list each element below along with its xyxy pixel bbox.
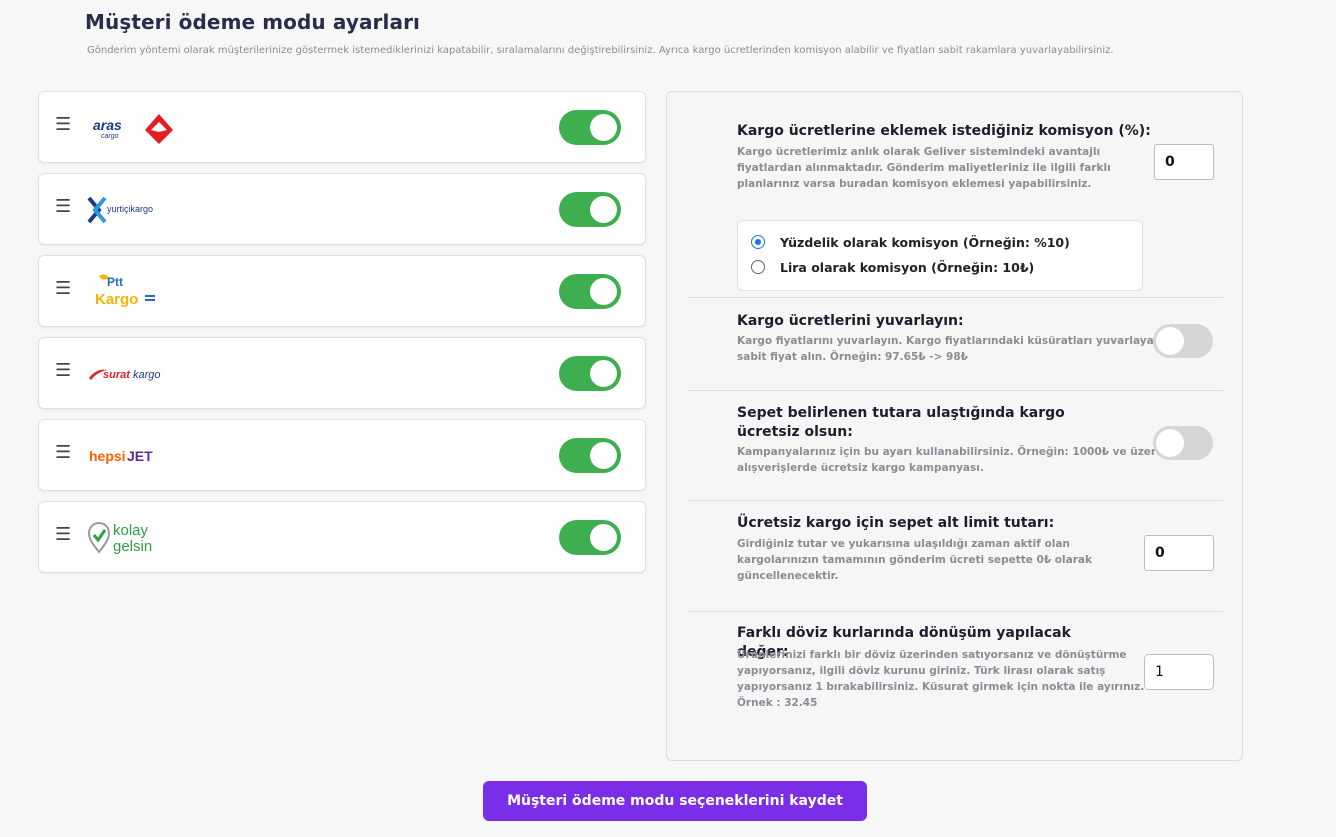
commission-type-group: Yüzdelik olarak komisyon (Örneğin: %10) … [737, 220, 1143, 291]
toggle-knob [590, 278, 617, 305]
toggle-knob [590, 360, 617, 387]
currency-desc: Ürünlerinizi farklı bir döviz üzerinden … [737, 649, 1145, 709]
rounding-desc: Kargo fiyatlarını yuvarlayın. Kargo fiya… [737, 335, 1173, 363]
carrier-toggle-kolaygelsin[interactable] [559, 520, 621, 555]
svg-text:aras: aras [93, 117, 122, 133]
radio-lira-option[interactable]: Lira olarak komisyon (Örneğin: 10₺) [751, 259, 1034, 275]
save-button[interactable]: Müşteri ödeme modu seçeneklerini kaydet [483, 781, 867, 821]
carrier-toggle-ptt[interactable] [559, 274, 621, 309]
radio-percent-option[interactable]: Yüzdelik olarak komisyon (Örneğin: %10) [751, 234, 1070, 250]
toggle-knob [1156, 327, 1184, 355]
toggle-knob [590, 524, 617, 551]
carrier-toggle-hepsijet[interactable] [559, 438, 621, 473]
divider [687, 390, 1223, 391]
svg-text:JET: JET [127, 448, 153, 464]
radio-lira[interactable] [751, 260, 765, 274]
rounding-setting: Kargo ücretlerini yuvarlayın: Kargo fiya… [687, 312, 1223, 387]
ptt-kargo-logo: Ptt Kargo [95, 274, 155, 308]
svg-text:hepsi: hepsi [89, 448, 126, 464]
hepsijet-logo: hepsi JET [89, 448, 153, 464]
svg-text:Ptt: Ptt [107, 275, 123, 289]
carrier-card-yurtici[interactable]: ☰ yurtiçikargo [38, 173, 646, 245]
page-title: Müşteri ödeme modu ayarları [85, 10, 420, 34]
svg-text:kolay: kolay [113, 522, 149, 539]
radio-lira-label: Lira olarak komisyon (Örneğin: 10₺) [780, 259, 1035, 275]
drag-handle-icon[interactable]: ☰ [55, 526, 71, 544]
commission-desc: Kargo ücretlerimiz anlık olarak Geliver … [737, 146, 1111, 190]
radio-percent[interactable] [751, 235, 765, 249]
drag-handle-icon[interactable]: ☰ [55, 362, 71, 380]
free-limit-input[interactable] [1144, 535, 1214, 571]
svg-text:surat: surat [103, 369, 131, 381]
commission-title: Kargo ücretlerine eklemek istediğiniz ko… [737, 123, 1151, 139]
carrier-card-surat[interactable]: ☰ surat kargo [38, 337, 646, 409]
settings-panel: Kargo ücretlerine eklemek istediğiniz ko… [666, 91, 1243, 761]
page-subtitle: Gönderim yöntemi olarak müşterilerinize … [87, 45, 1114, 56]
drag-handle-icon[interactable]: ☰ [55, 116, 71, 134]
rounding-title: Kargo ücretlerini yuvarlayın: [737, 313, 964, 329]
carrier-toggle-yurtici[interactable] [559, 192, 621, 227]
radio-percent-label: Yüzdelik olarak komisyon (Örneğin: %10) [780, 234, 1070, 250]
carrier-toggle-aras[interactable] [559, 110, 621, 145]
rounding-toggle[interactable] [1153, 324, 1213, 358]
svg-text:yurtiçikargo: yurtiçikargo [107, 204, 153, 214]
aras-kargo-logo: aras cargo [93, 114, 173, 144]
svg-text:gelsin: gelsin [113, 538, 152, 555]
carrier-toggle-surat[interactable] [559, 356, 621, 391]
commission-input[interactable] [1154, 144, 1214, 180]
free-shipping-setting: Sepet belirlenen tutara ulaştığında karg… [687, 404, 1223, 494]
toggle-knob [590, 196, 617, 223]
currency-setting: Farklı döviz kurlarında dönüşüm yapılaca… [687, 624, 1223, 734]
carrier-card-aras[interactable]: ☰ aras cargo [38, 91, 646, 163]
toggle-knob [1156, 429, 1184, 457]
toggle-knob [590, 114, 617, 141]
carrier-card-ptt[interactable]: ☰ Ptt Kargo [38, 255, 646, 327]
divider [687, 611, 1223, 612]
carrier-card-kolaygelsin[interactable]: ☰ kolay gelsin [38, 501, 646, 573]
svg-text:Kargo: Kargo [95, 291, 138, 308]
yurtici-kargo-logo: yurtiçikargo [87, 196, 153, 224]
kolay-gelsin-logo: kolay gelsin [87, 522, 152, 555]
free-limit-title: Ücretsiz kargo için sepet alt limit tuta… [737, 515, 1055, 531]
svg-text:kargo: kargo [133, 369, 161, 381]
carrier-card-hepsijet[interactable]: ☰ hepsi JET [38, 419, 646, 491]
divider [687, 297, 1223, 298]
free-limit-setting: Ücretsiz kargo için sepet alt limit tuta… [687, 514, 1223, 604]
drag-handle-icon[interactable]: ☰ [55, 280, 71, 298]
free-limit-desc: Girdiğiniz tutar ve yukarısına ulaşıldığ… [737, 538, 1092, 582]
currency-input[interactable] [1144, 654, 1214, 690]
toggle-knob [590, 442, 617, 469]
drag-handle-icon[interactable]: ☰ [55, 444, 71, 462]
surat-kargo-logo: surat kargo [89, 369, 161, 381]
free-shipping-title: Sepet belirlenen tutara ulaştığında karg… [737, 405, 1065, 440]
svg-text:cargo: cargo [101, 133, 119, 140]
carrier-list: ☰ aras cargo ☰ yurtiçikargo ☰ Ptt Kargo … [38, 91, 646, 583]
free-shipping-desc: Kampanyalarınız için bu ayarı kullanabil… [737, 446, 1160, 474]
drag-handle-icon[interactable]: ☰ [55, 198, 71, 216]
divider [687, 500, 1223, 501]
free-shipping-toggle[interactable] [1153, 426, 1213, 460]
